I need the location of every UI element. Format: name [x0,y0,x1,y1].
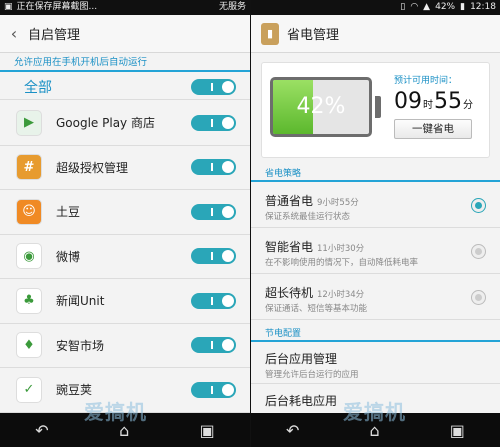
app-row[interactable]: ▶ Google Play 商店 [0,101,250,146]
tudou-icon: ☺ [16,198,42,225]
pred-minutes: 55 [434,89,462,114]
app-row[interactable]: ♦ 安智市场 [0,324,250,368]
back-icon[interactable]: ‹ [0,24,28,43]
app-toggle[interactable] [191,248,236,265]
power-saving-screen: ▯ ◠ ▲ 42% ▮ 12:18 ▮ 省电管理 42% 预计可用时间： 09时… [250,0,500,447]
all-toggle[interactable] [191,78,236,95]
back-nav-icon[interactable]: ↶ [35,421,48,440]
carrier-text: 无服务 [218,2,246,12]
pred-hours: 09 [394,89,422,114]
app-toggle[interactable] [191,292,236,309]
recent-nav-icon[interactable]: ▣ [200,421,215,440]
app-toggle[interactable] [191,381,236,398]
page-title: 自启管理 [28,28,81,43]
predicted-time-label: 预计可用时间： [394,76,458,86]
battery-app-icon[interactable]: ▮ [261,22,279,45]
watermark: 爱搞机 [84,400,147,424]
screenshot-status-icon: ▣ [4,2,13,12]
status-bar: ▣ 正在保存屏幕截图... 无服务 [0,0,250,15]
app-toggle[interactable] [191,337,236,354]
strategy-header: 省电策略 [251,166,500,182]
vibrate-icon: ▯ [400,2,406,12]
app-name: 新闻Unit [56,294,105,309]
mode-radio[interactable] [471,244,486,259]
config-name: 后台应用管理 [265,352,338,366]
autostart-screen: ▣ 正在保存屏幕截图... 无服务 ‹ 自启管理 允许应用在手机开机后自动运行 … [0,0,250,447]
mode-desc: 保证通话、短信等基本功能 [265,304,368,314]
app-name: 超级授权管理 [56,160,129,175]
app-name: 微博 [56,249,81,264]
app-toggle[interactable] [191,114,236,131]
mode-radio[interactable] [471,198,486,213]
section-hint: 允许应用在手机开机后自动运行 [0,54,250,72]
all-apps-row[interactable]: 全部 [0,74,250,100]
watermark: 爱搞机 [343,400,406,424]
title-bar: ▮ 省电管理 [251,15,500,53]
power-mode-row[interactable]: 超长待机 12小时34分保证通话、短信等基本功能 [251,276,500,320]
battery-tip [375,96,381,118]
config-row[interactable]: 后台应用管理管理允许后台运行的应用 [251,344,500,384]
pred-hours-unit: 时 [423,100,433,111]
one-key-save-button[interactable]: 一键省电 [394,119,472,139]
app-name: 安智市场 [56,338,105,353]
mode-time: 11小时30分 [317,244,365,254]
mode-radio[interactable] [471,290,486,305]
battery-graphic: 42% [270,77,372,137]
app-row[interactable]: ☺ 土豆 [0,190,250,235]
anzhi-icon: ♦ [16,332,42,359]
mode-name: 智能省电 11小时30分 [265,240,365,254]
config-name: 后台耗电应用 [265,394,338,408]
power-mode-row[interactable]: 智能省电 11小时30分在不影响使用的情况下，自动降低耗电率 [251,230,500,274]
battery-status-text: 42% [435,2,456,12]
recent-nav-icon[interactable]: ▣ [450,421,465,440]
mode-desc: 保证系统最佳运行状态 [265,212,351,222]
title-bar: ‹ 自启管理 [0,15,250,53]
wandoujia-icon: ✓ [16,376,42,403]
status-bar: ▯ ◠ ▲ 42% ▮ 12:18 [251,0,500,15]
mode-time: 9小时55分 [317,198,359,208]
google-play-icon: ▶ [16,109,42,136]
app-row[interactable]: ◉ 微博 [0,235,250,279]
power-mode-row[interactable]: 普通省电 9小时55分保证系统最佳运行状态 [251,184,500,228]
all-label: 全部 [24,79,52,96]
mode-time: 12小时34分 [317,290,365,300]
battery-percent: 42% [296,94,346,119]
app-row[interactable]: # 超级授权管理 [0,146,250,190]
wifi-icon: ◠ [410,2,419,12]
app-name: 土豆 [56,205,81,220]
clock-text: 12:18 [470,2,496,12]
pred-minutes-unit: 分 [463,100,473,111]
mode-desc: 在不影响使用的情况下，自动降低耗电率 [265,258,419,268]
weibo-icon: ◉ [16,243,42,270]
superuser-icon: # [16,154,42,181]
app-row[interactable]: ♣ 新闻Unit [0,279,250,324]
page-title: 省电管理 [287,28,340,43]
battery-panel: 42% 预计可用时间： 09时55分 一键省电 [261,62,490,158]
battery-status-icon: ▮ [460,2,466,12]
app-toggle[interactable] [191,159,236,176]
config-desc: 管理允许后台运行的应用 [265,370,359,380]
android-icon: ♣ [16,287,42,314]
app-toggle[interactable] [191,203,236,220]
mode-name: 普通省电 9小时55分 [265,194,359,208]
app-list: ▶ Google Play 商店 # 超级授权管理 ☺ 土豆 ◉ 微博 ♣ 新闻Unit ♦ 安智市场… [0,101,250,413]
config-header: 节电配置 [251,326,500,342]
status-text: 正在保存屏幕截图... [16,2,98,12]
predicted-time: 09时55分 [394,89,474,114]
signal-icon: ▲ [423,2,431,12]
back-nav-icon[interactable]: ↶ [286,421,299,440]
app-name: Google Play 商店 [56,116,155,131]
mode-name: 超长待机 12小时34分 [265,286,365,300]
